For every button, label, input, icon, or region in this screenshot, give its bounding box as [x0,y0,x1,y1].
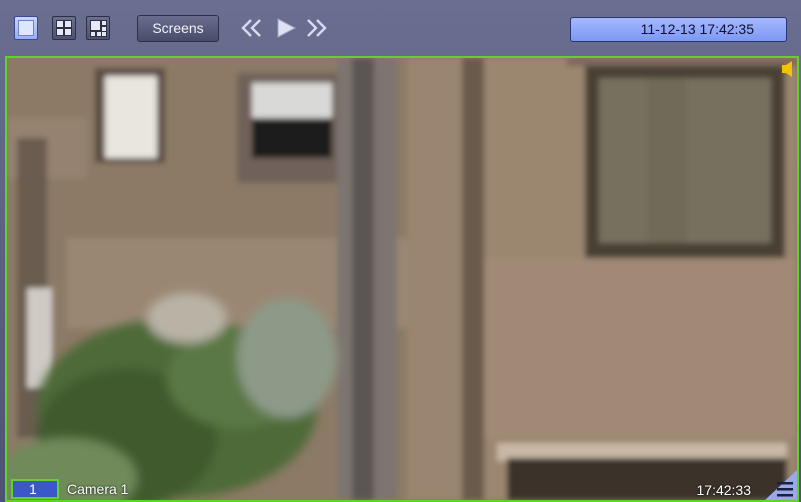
layout-1x1-icon [18,20,34,36]
layout-multi-button[interactable] [86,16,110,40]
hamburger-menu-icon[interactable] [757,470,797,500]
rewind-button[interactable] [236,15,268,41]
camera-number-badge[interactable]: 1 [11,479,59,499]
video-surveillance-window: Screens 11-12-13 17:42:35 1 Camera 1 17:… [0,0,801,502]
datetime-display: 11-12-13 17:42:35 [570,17,787,42]
double-chevron-right-icon [307,19,327,37]
camera-timestamp: 17:42:33 [696,482,752,498]
screens-button[interactable]: Screens [137,15,219,42]
speaker-icon[interactable] [781,60,795,78]
forward-button[interactable] [300,15,332,41]
camera-feed-image [7,58,797,500]
camera-name-label: Camera 1 [67,481,129,497]
layout-1x1-button[interactable] [14,16,38,40]
camera-view[interactable]: 1 Camera 1 17:42:33 [5,56,799,502]
toolbar: Screens 11-12-13 17:42:35 [0,0,801,56]
play-icon [277,18,297,38]
play-button[interactable] [270,15,302,41]
layout-2x2-button[interactable] [52,16,76,40]
double-chevron-left-icon [241,19,261,37]
